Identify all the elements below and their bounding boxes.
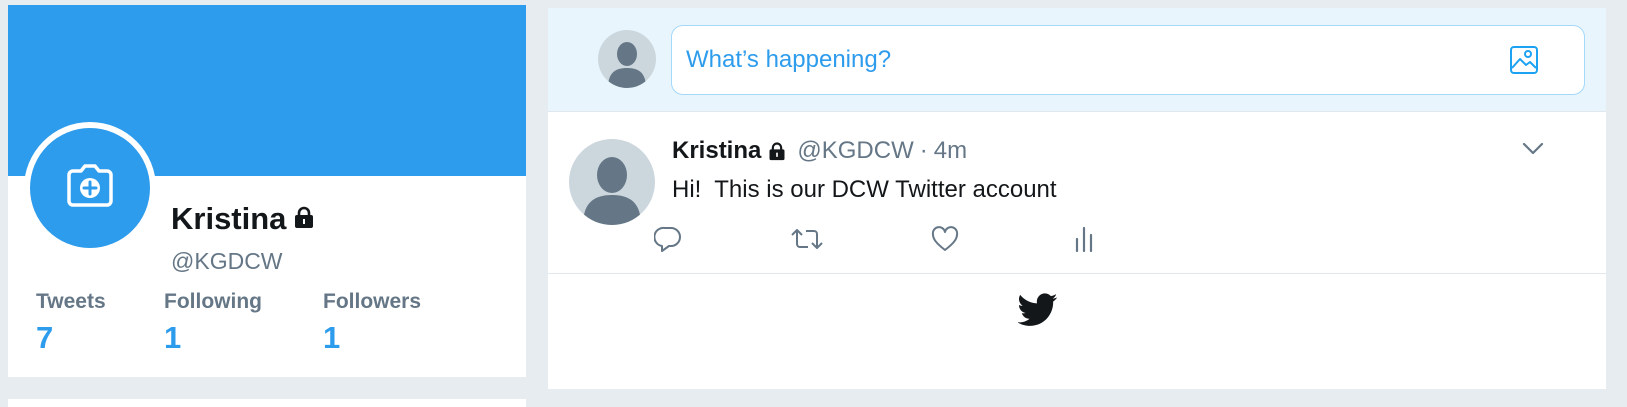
chevron-down-icon bbox=[1522, 142, 1544, 161]
compose-input[interactable] bbox=[671, 25, 1585, 95]
reply-icon bbox=[653, 225, 682, 258]
stat-value: 1 bbox=[323, 320, 341, 355]
profile-avatar[interactable] bbox=[24, 122, 156, 254]
tweet-timestamp[interactable]: 4m bbox=[934, 137, 967, 165]
analytics-icon bbox=[1074, 226, 1094, 257]
tweet-text: Hi! This is our DCW Twitter account bbox=[672, 176, 1057, 203]
stat-following[interactable]: Following 1 bbox=[164, 290, 262, 356]
tweet[interactable]: Kristina @KGDCW · 4m Hi! This is our DCW… bbox=[548, 112, 1606, 274]
retweet-button[interactable] bbox=[790, 224, 824, 258]
twitter-bird-icon bbox=[1017, 293, 1058, 333]
stat-label: Tweets bbox=[36, 290, 106, 313]
stat-value: 1 bbox=[164, 320, 182, 355]
timeline: Kristina @KGDCW · 4m Hi! This is our DCW… bbox=[548, 8, 1606, 389]
reply-button[interactable] bbox=[651, 224, 685, 258]
stat-value: 7 bbox=[36, 320, 54, 355]
heart-icon bbox=[931, 225, 959, 257]
compose-avatar bbox=[598, 30, 656, 88]
add-media-button[interactable] bbox=[1506, 44, 1542, 80]
retweet-icon bbox=[791, 226, 823, 257]
stat-label: Followers bbox=[323, 290, 422, 313]
profile-handle[interactable]: @KGDCW bbox=[171, 248, 283, 275]
lock-icon bbox=[767, 141, 787, 161]
compose-bar bbox=[548, 8, 1606, 112]
default-avatar-icon bbox=[608, 42, 646, 88]
analytics-button[interactable] bbox=[1067, 224, 1101, 258]
image-icon bbox=[1509, 45, 1539, 80]
stat-followers[interactable]: Followers 1 bbox=[323, 290, 421, 356]
tweet-avatar[interactable] bbox=[569, 139, 655, 225]
secondary-card bbox=[8, 399, 526, 407]
add-photo-button[interactable] bbox=[30, 128, 150, 248]
stat-label: Following bbox=[164, 290, 262, 313]
stat-tweets[interactable]: Tweets 7 bbox=[36, 290, 106, 356]
like-button[interactable] bbox=[928, 224, 962, 258]
profile-name[interactable]: Kristina bbox=[171, 201, 286, 237]
default-avatar-icon bbox=[583, 157, 641, 225]
tweet-author-name[interactable]: Kristina bbox=[672, 137, 761, 165]
tweet-menu-button[interactable] bbox=[1518, 136, 1548, 166]
profile-card: Kristina @KGDCW Tweets 7 Following 1 Fol… bbox=[8, 5, 526, 377]
tweet-separator: · bbox=[919, 137, 928, 164]
tweet-author-handle[interactable]: @KGDCW bbox=[797, 137, 913, 165]
tweet-header: Kristina @KGDCW · 4m bbox=[672, 137, 967, 165]
profile-name-row: Kristina bbox=[171, 201, 316, 237]
camera-add-icon bbox=[65, 163, 115, 214]
lock-icon bbox=[292, 201, 316, 237]
